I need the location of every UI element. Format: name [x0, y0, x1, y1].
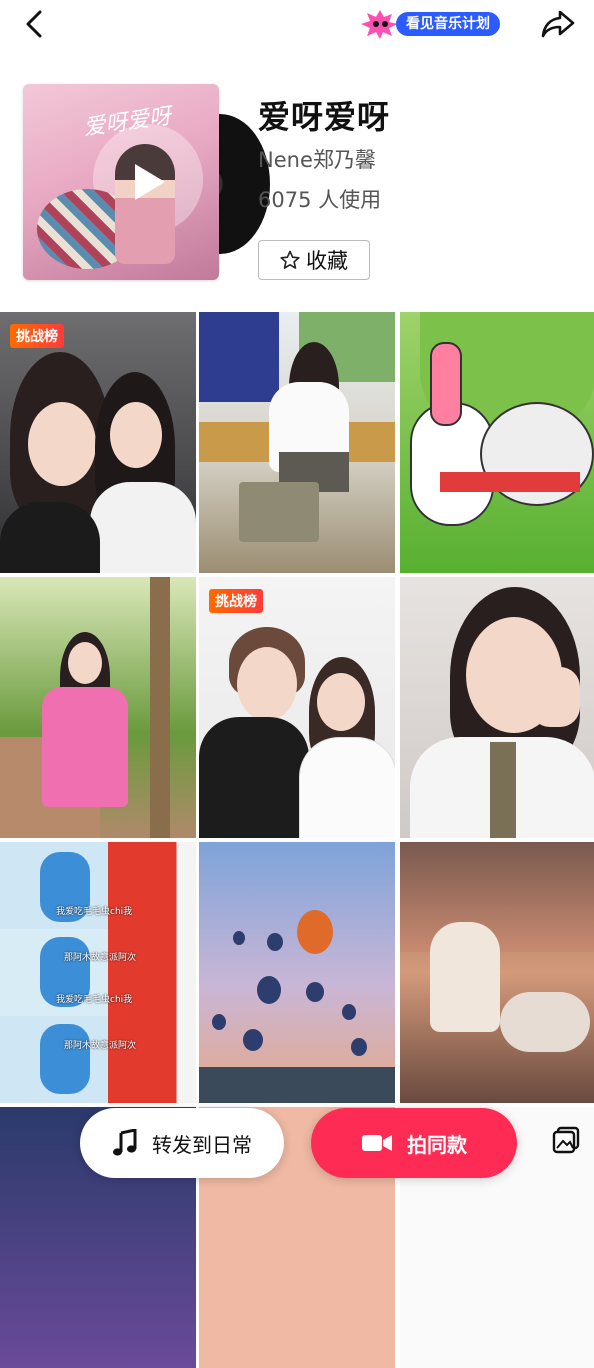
action-bar: 转发到日常 拍同款 [0, 1104, 594, 1180]
collage-caption: 我爱吃毛毛虫chi我 [56, 995, 133, 1005]
favorite-label: 收藏 [306, 249, 348, 273]
person-shirt [299, 737, 395, 838]
gallery-icon[interactable] [552, 1126, 580, 1154]
song-header: 爱呀爱呀 爱呀爱呀 Nene郑乃馨 6075 人使用 收藏 [0, 84, 594, 284]
person-tie [490, 742, 516, 838]
play-icon[interactable] [125, 160, 169, 204]
chair [239, 482, 319, 542]
collage-caption: 那阿木故意派阿次 [64, 1041, 137, 1051]
music-plan-label: 看见音乐计划 [396, 12, 500, 36]
person-shirt [90, 482, 196, 573]
repost-label: 转发到日常 [152, 1132, 252, 1157]
person-face [237, 647, 297, 721]
top-bar: 看见音乐计划 [0, 0, 594, 50]
tree-trunk [150, 577, 170, 838]
song-title: 爱呀爱呀 [258, 98, 391, 136]
person-face [317, 673, 365, 731]
music-plan-banner[interactable]: 看见音乐计划 [358, 8, 500, 40]
favorite-button[interactable]: 收藏 [258, 240, 370, 280]
person-outfit [42, 687, 128, 807]
video-camera-icon [362, 1135, 392, 1151]
video-tile[interactable] [0, 577, 196, 838]
album-cover[interactable]: 爱呀爱呀 [23, 84, 219, 280]
shoot-same-label: 拍同款 [407, 1132, 467, 1157]
challenge-badge: 挑战榜 [10, 324, 64, 348]
person-face [68, 642, 102, 684]
cartoon-scarf [440, 472, 580, 492]
game-character [430, 922, 500, 1032]
person-face [110, 402, 162, 468]
collage-caption: 我爱吃毛毛虫chi我 [56, 907, 133, 917]
share-arrow-icon[interactable] [540, 8, 576, 40]
video-tile[interactable] [199, 312, 395, 573]
chevron-left-icon[interactable] [22, 8, 50, 40]
sky-clouds [400, 842, 594, 952]
video-tile[interactable] [400, 312, 594, 573]
music-note-icon [113, 1129, 137, 1156]
video-tile[interactable]: 我爱吃毛毛虫chi我 那阿木故意派阿次 我爱吃毛毛虫chi我 那阿木故意派阿次 [0, 842, 196, 1103]
shoot-same-button[interactable]: 拍同款 [311, 1108, 517, 1178]
child-figure [40, 1024, 90, 1094]
star-icon [280, 250, 300, 269]
cartoon-ear [430, 342, 462, 426]
video-tile[interactable] [400, 842, 594, 1103]
classroom-window [199, 312, 279, 402]
video-tile[interactable] [400, 577, 594, 838]
game-character [500, 992, 590, 1052]
video-tile[interactable]: 挑战榜 [199, 577, 395, 838]
usage-count: 6075 人使用 [258, 188, 382, 212]
hot-air-balloons [199, 910, 395, 1103]
person-jacket [199, 717, 309, 838]
challenge-badge: 挑战榜 [209, 589, 263, 613]
video-tile[interactable]: 挑战榜 [0, 312, 196, 573]
person-hand [530, 667, 580, 727]
video-tile[interactable] [199, 842, 395, 1103]
person-shirt [0, 502, 100, 573]
person-face [28, 402, 96, 486]
artist-name[interactable]: Nene郑乃馨 [258, 144, 376, 174]
collage-panel [0, 1016, 196, 1103]
collage-caption: 那阿木故意派阿次 [64, 953, 137, 963]
repost-button[interactable]: 转发到日常 [80, 1108, 284, 1178]
